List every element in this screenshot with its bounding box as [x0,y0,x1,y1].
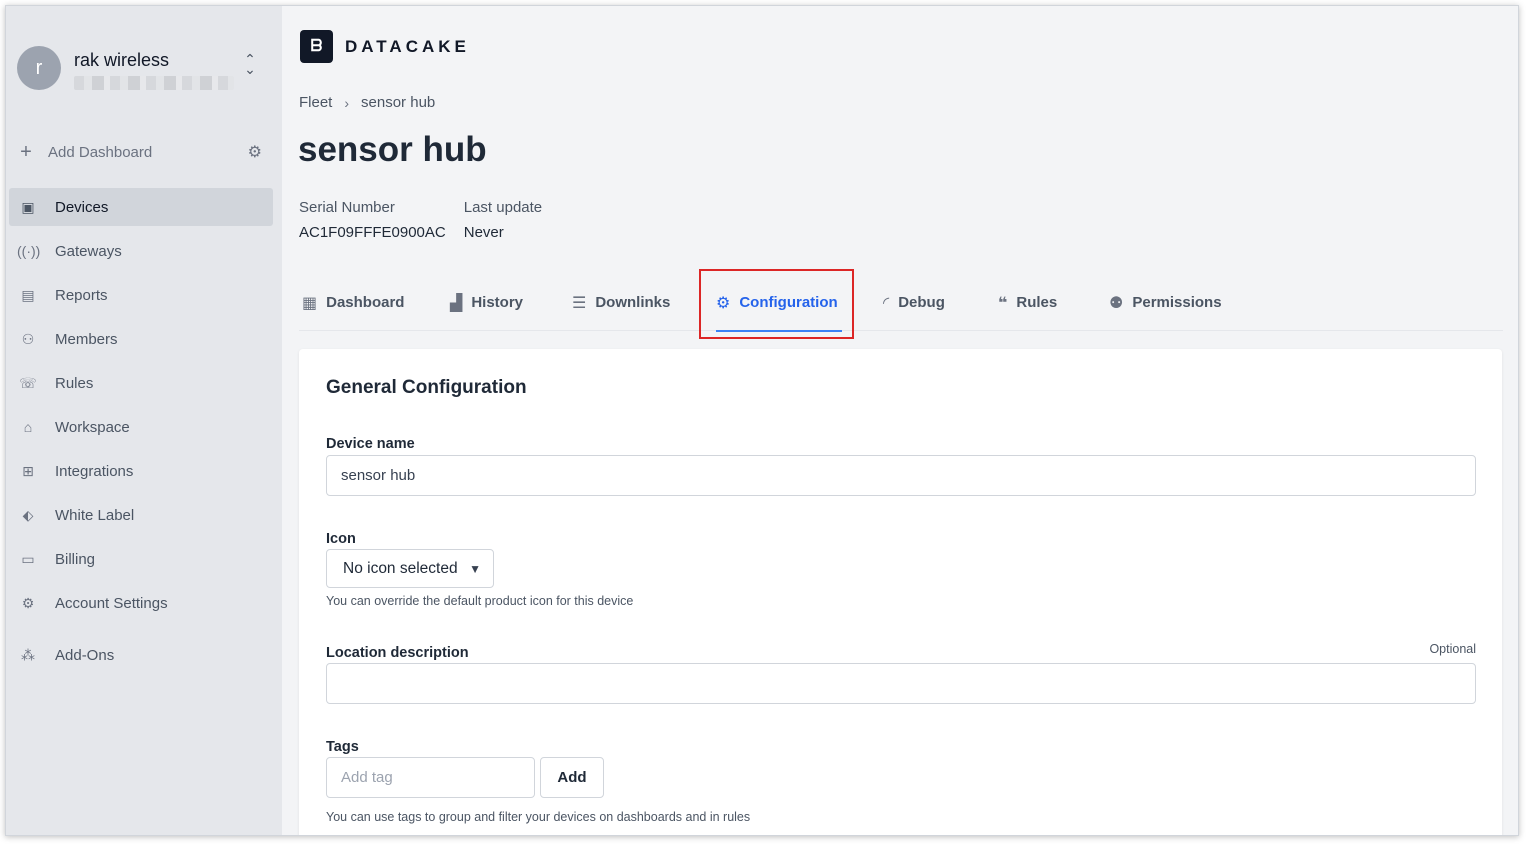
gear-icon[interactable]: ⚙ [248,142,262,162]
sidebar-item-label: Rules [55,374,94,392]
gateway-icon: ((·)) [17,243,41,259]
sidebar-item-account-settings[interactable]: ⚙ Account Settings [9,584,273,622]
tab-label: History [471,294,523,311]
tab-downlinks[interactable]: ☰ Downlinks [572,274,670,331]
sidebar-item-members[interactable]: ⚇ Members [9,320,273,358]
serial-number-block: Serial Number AC1F09FFFE0900AC [299,199,446,241]
avatar: r [17,46,61,90]
sidebar-item-label: Members [55,330,118,348]
tab-label: Configuration [739,294,838,311]
breadcrumb-fleet[interactable]: Fleet [299,94,332,111]
tab-configuration[interactable]: ⚙ Configuration [716,274,842,332]
sidebar-item-add-ons[interactable]: ⁂ Add-Ons [9,636,273,674]
optional-badge: Optional [1429,642,1476,656]
main-content: ᗷ DATACAKE Fleet › sensor hub sensor hub… [282,6,1518,835]
tab-rules[interactable]: ❝ Rules [998,274,1057,331]
workspace-switcher[interactable]: r rak wireless ⌃ ⌄ [17,44,267,92]
tab-debug[interactable]: ◜ Debug [883,274,945,331]
tab-label: Permissions [1132,294,1222,311]
sliders-icon: ☰ [572,294,587,312]
sidebar-item-label: Reports [55,286,108,304]
table-icon: ▦ [302,294,318,312]
last-update-block: Last update Never [464,199,542,241]
tag-input[interactable] [326,757,535,798]
breadcrumb-current[interactable]: sensor hub [361,94,435,111]
last-update-value: Never [463,224,504,241]
location-input[interactable] [326,663,1476,704]
page-title: sensor hub [298,130,487,169]
general-configuration-card: General Configuration Device name Icon N… [299,349,1502,835]
sidebar-item-label: Account Settings [55,594,168,612]
rss-icon: ◜ [883,294,890,312]
breadcrumb: Fleet › sensor hub [299,94,435,111]
sidebar-item-gateways[interactable]: ((·)) Gateways [9,232,273,270]
sidebar-item-label: Integrations [55,462,134,480]
app-window: r rak wireless ⌃ ⌄ + Add Dashboard ⚙ ▣ De… [5,5,1519,836]
last-update-label: Last update [463,199,543,216]
gear-icon: ⚙ [716,294,731,312]
sidebar-item-label: White Label [55,506,135,524]
gear-icon: ⚙ [21,594,35,611]
tags-hint: You can use tags to group and filter you… [326,810,751,824]
location-label: Location description [326,645,469,661]
devices-icon: ▣ [21,198,35,215]
serial-number-label: Serial Number [299,199,395,216]
brand[interactable]: ᗷ DATACAKE [300,30,470,63]
chevron-up-down-icon[interactable]: ⌃ ⌄ [243,52,257,76]
sidebar-item-reports[interactable]: ▤ Reports [9,276,273,314]
members-icon: ⚇ [21,330,35,347]
tab-label: Debug [898,294,945,311]
icon-select-value: No icon selected [343,559,458,577]
tags-label: Tags [326,739,359,755]
device-tabs: ▦ Dashboard ▟ History ☰ Downlinks ⚙ Conf… [299,274,1503,332]
chevron-right-icon: › [344,94,350,111]
sidebar-item-label: Gateways [55,242,122,260]
plus-icon: + [20,140,32,163]
users-icon: ⚉ [1109,294,1124,312]
sidebar-item-white-label[interactable]: ⬖ White Label [9,496,273,534]
addons-icon: ⁂ [21,646,35,663]
tab-dashboard[interactable]: ▦ Dashboard [302,274,404,331]
tab-label: Downlinks [595,294,671,311]
sidebar-item-workspace[interactable]: ⌂ Workspace [9,408,273,446]
sidebar-item-label: Add-Ons [55,646,115,664]
chat-icon: ❝ [998,294,1008,312]
sidebar-item-label: Devices [55,198,109,216]
add-dashboard-label: Add Dashboard [48,143,153,161]
sidebar-item-billing[interactable]: ▭ Billing [9,540,273,578]
icon-select[interactable]: No icon selected ▼ [326,549,494,588]
icon-label: Icon [326,531,356,547]
sidebar-item-rules[interactable]: ☏ Rules [9,364,273,402]
device-meta: Serial Number AC1F09FFFE0900AC Last upda… [299,199,542,241]
device-name-label: Device name [326,436,415,452]
device-name-input[interactable] [326,455,1476,496]
icon-hint: You can override the default product ico… [326,594,634,608]
datacake-logo-icon: ᗷ [300,30,333,63]
integrations-icon: ⊞ [22,462,34,479]
rules-icon: ☏ [19,374,37,391]
workspace-email-redacted [74,76,234,90]
add-tag-button[interactable]: Add [540,757,604,798]
tab-history[interactable]: ▟ History [450,274,523,331]
add-dashboard-button[interactable]: + Add Dashboard ⚙ [16,140,262,164]
chevron-down-icon: ▼ [469,561,481,576]
sidebar-item-devices[interactable]: ▣ Devices [9,188,273,226]
sidebar-item-label: Workspace [55,418,130,436]
sidebar-nav: ▣ Devices ((·)) Gateways ▤ Reports ⚇ Mem… [9,188,273,680]
tab-permissions[interactable]: ⚉ Permissions [1109,274,1222,331]
bar-chart-icon: ▟ [450,294,463,312]
tab-label: Rules [1016,294,1058,311]
billing-icon: ▭ [21,550,35,567]
report-icon: ▤ [21,286,35,303]
serial-number-value: AC1F09FFFE0900AC [299,224,446,241]
brand-name: DATACAKE [345,36,470,56]
card-title: General Configuration [326,377,527,398]
tag-icon: ⬖ [22,506,34,523]
sidebar-item-integrations[interactable]: ⊞ Integrations [9,452,273,490]
sidebar: r rak wireless ⌃ ⌄ + Add Dashboard ⚙ ▣ De… [6,6,282,835]
sidebar-item-label: Billing [55,550,96,568]
workspace-icon: ⌂ [23,419,33,435]
workspace-name: rak wireless [74,50,170,70]
tab-label: Dashboard [326,294,405,311]
